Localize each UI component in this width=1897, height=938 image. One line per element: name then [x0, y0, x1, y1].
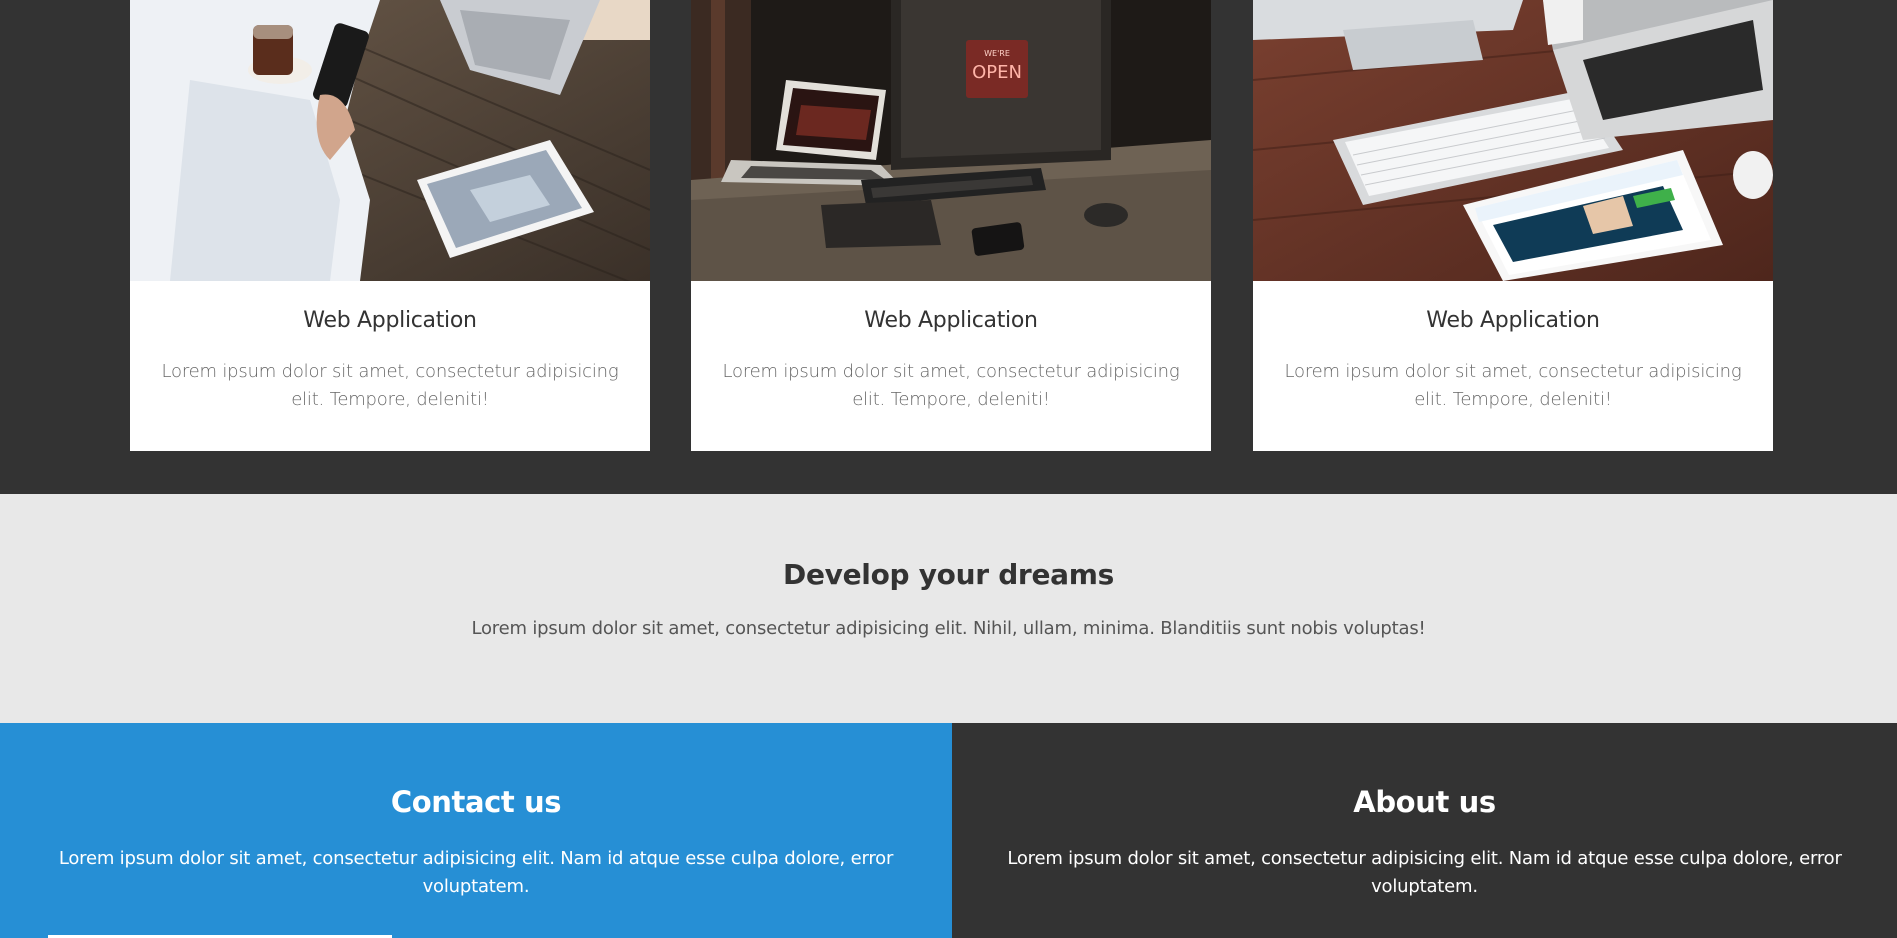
about-text: Lorem ipsum dolor sit amet, consectetur …: [1007, 848, 1842, 897]
laptop-monitor-dark-desk-photo-icon: OPEN WE'RE: [691, 0, 1211, 281]
card-title: Web Application: [1426, 308, 1600, 333]
portfolio-card[interactable]: Web Application Lorem ipsum dolor sit am…: [130, 0, 650, 451]
card-image: [1253, 0, 1773, 281]
card-title: Web Application: [303, 308, 477, 333]
section-text: Lorem ipsum dolor sit amet, consectetur …: [471, 618, 1426, 639]
svg-text:WE'RE: WE'RE: [984, 49, 1010, 58]
card-description: Lorem ipsum dolor sit amet, consectetur …: [1284, 361, 1742, 410]
coworkers-laptop-tablet-photo-icon: [130, 0, 650, 281]
contact-section: Contact us Lorem ipsum dolor sit amet, c…: [0, 723, 952, 938]
contact-text: Lorem ipsum dolor sit amet, consectetur …: [58, 848, 894, 897]
section-heading: Develop your dreams: [783, 558, 1114, 591]
portfolio-section: Web Application Lorem ipsum dolor sit am…: [0, 0, 1897, 494]
contact-title: Contact us: [390, 785, 562, 819]
card-image: OPEN WE'RE: [691, 0, 1211, 281]
card-description: Lorem ipsum dolor sit amet, consectetur …: [161, 361, 619, 410]
imac-keyboard-ipad-photo-icon: [1253, 0, 1773, 281]
card-image: [130, 0, 650, 281]
card-title: Web Application: [864, 308, 1038, 333]
card-description: Lorem ipsum dolor sit amet, consectetur …: [722, 361, 1180, 410]
portfolio-card[interactable]: Web Application Lorem ipsum dolor sit am…: [1253, 0, 1773, 451]
about-section: About us Lorem ipsum dolor sit amet, con…: [952, 723, 1897, 938]
svg-text:OPEN: OPEN: [972, 62, 1022, 83]
portfolio-card[interactable]: OPEN WE'RE Web Application Lorem ipsum d…: [691, 0, 1211, 451]
about-title: About us: [1353, 785, 1496, 819]
develop-dreams-section: Develop your dreams Lorem ipsum dolor si…: [0, 494, 1897, 723]
